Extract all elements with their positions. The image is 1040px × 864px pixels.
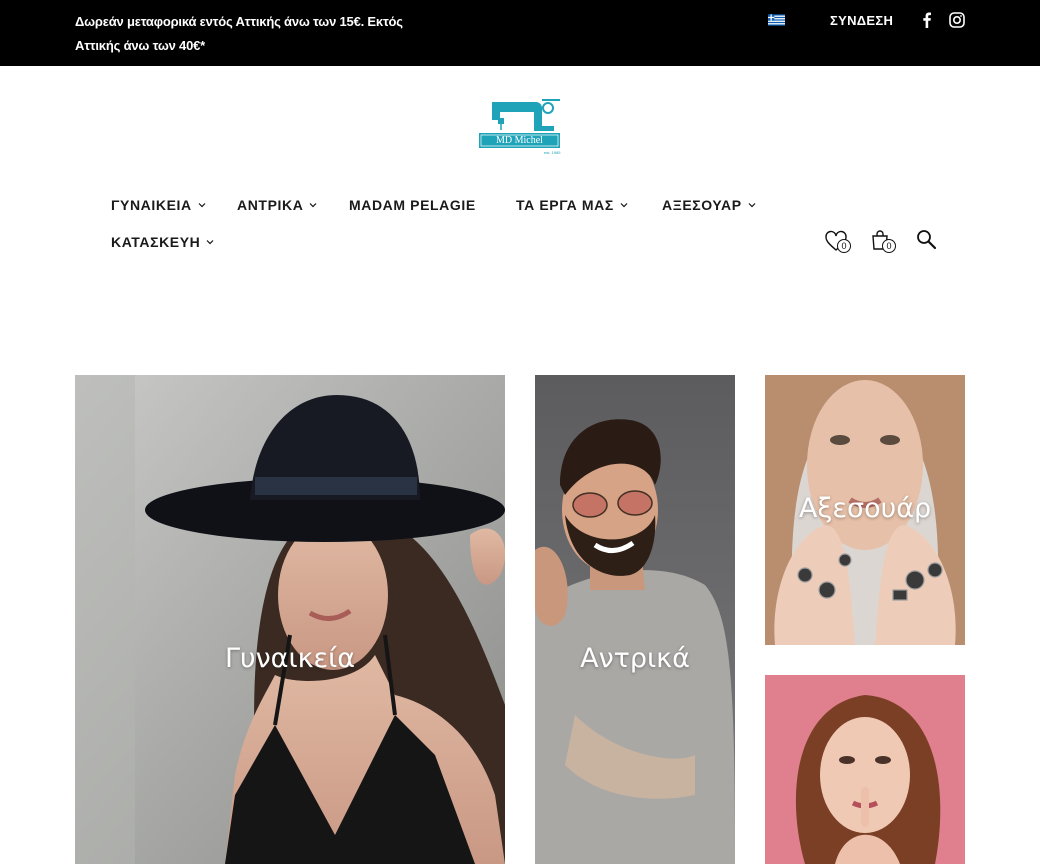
logo-brand-text: MD Michel <box>496 135 543 146</box>
pink-model-image <box>765 675 965 864</box>
nav-item-madam-pelagie[interactable]: MADAM PELAGIE <box>349 197 476 213</box>
category-banner-men[interactable]: Αντρικά <box>535 375 735 864</box>
promo-line-2: Αττικής άνω των 40€* <box>75 38 205 53</box>
login-link[interactable]: ΣΥΝΔΕΣΗ <box>830 13 893 28</box>
nav-item-men[interactable]: ΑΝΤΡΙΚΑ <box>237 197 317 213</box>
greek-flag-icon[interactable] <box>768 14 785 26</box>
nav-item-label: ΑΞΕΣΟΥΑΡ <box>662 197 742 213</box>
nav-item-label: MADAM PELAGIE <box>349 197 476 213</box>
top-bar: Δωρεάν μεταφορικά εντός Αττικής άνω των … <box>0 0 1040 66</box>
cart-button[interactable]: 0 <box>870 228 900 258</box>
search-icon <box>917 230 937 250</box>
chevron-down-icon <box>198 203 206 208</box>
nav-item-our-work[interactable]: ΤΑ ΕΡΓΑ ΜΑΣ <box>516 197 628 213</box>
nav-item-women[interactable]: ΓΥΝΑΙΚΕΙΑ <box>111 197 206 213</box>
facebook-icon[interactable] <box>919 12 935 28</box>
chevron-down-icon <box>309 203 317 208</box>
cart-count-badge: 0 <box>882 239 896 253</box>
nav-item-label: ΤΑ ΕΡΓΑ ΜΑΣ <box>516 197 614 213</box>
instagram-icon[interactable] <box>949 12 965 28</box>
banner-label-women: Γυναικεία <box>224 643 356 674</box>
search-button[interactable] <box>915 228 945 258</box>
nav-item-label: ΑΝΤΡΙΚΑ <box>237 197 304 213</box>
sewing-machine-icon: est. 1985 <box>479 99 561 155</box>
category-banner-women[interactable]: Γυναικεία <box>75 375 505 864</box>
banner-label-men: Αντρικά <box>580 643 690 674</box>
category-banner-4[interactable] <box>765 675 965 864</box>
banner-label-accessories: Αξεσουάρ <box>798 493 932 524</box>
wishlist-count-badge: 0 <box>837 239 851 253</box>
wishlist-button[interactable]: 0 <box>824 228 854 258</box>
chevron-down-icon <box>748 203 756 208</box>
nav-item-accessories[interactable]: ΑΞΕΣΟΥΑΡ <box>662 197 756 213</box>
nav-item-construction[interactable]: ΚΑΤΑΣΚΕΥΗ <box>111 234 214 250</box>
nav-item-label: ΓΥΝΑΙΚΕΙΑ <box>111 197 192 213</box>
nav-item-label: ΚΑΤΑΣΚΕΥΗ <box>111 234 201 250</box>
category-banner-accessories[interactable]: Αξεσουάρ <box>765 375 965 645</box>
men-model-image <box>535 375 735 864</box>
shipping-promo-text: Δωρεάν μεταφορικά εντός Αττικής άνω των … <box>75 10 415 58</box>
chevron-down-icon <box>206 240 214 245</box>
women-model-image <box>75 375 505 864</box>
site-logo[interactable]: est. 1985 MD Michel <box>476 96 564 158</box>
chevron-down-icon <box>620 203 628 208</box>
svg-text:est. 1985: est. 1985 <box>544 150 561 155</box>
promo-line-1: Δωρεάν μεταφορικά εντός Αττικής άνω των … <box>75 14 403 29</box>
